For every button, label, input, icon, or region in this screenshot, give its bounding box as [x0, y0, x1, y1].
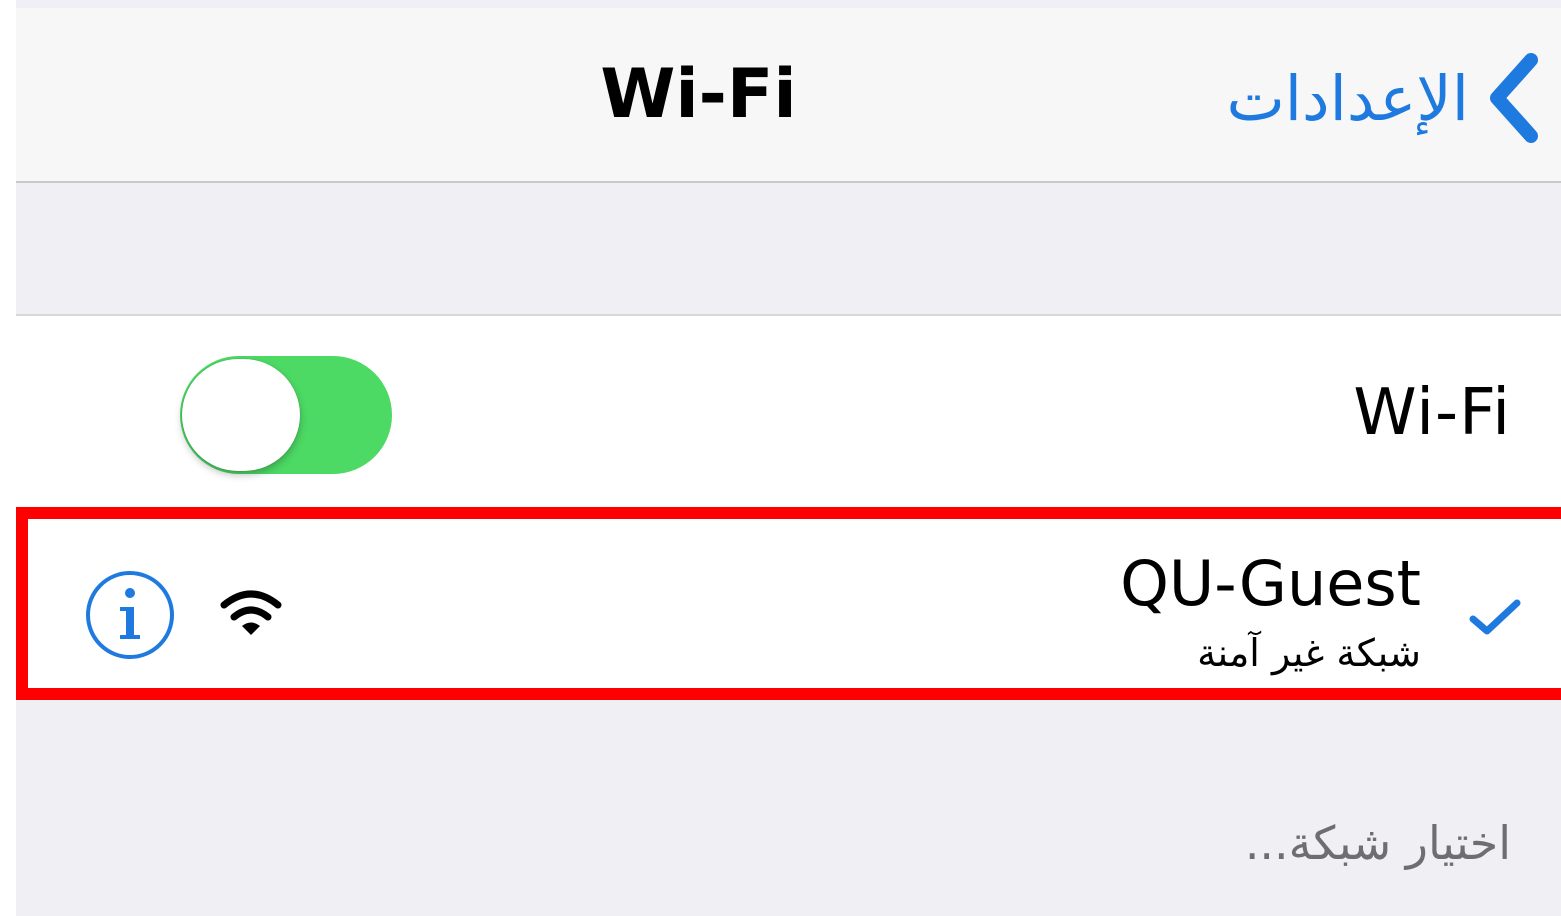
wifi-signal-icon: [220, 590, 282, 635]
choose-network-section: اختيار شبكة...: [16, 700, 1561, 916]
network-name: QU-Guest: [1120, 547, 1421, 620]
toggle-knob: [182, 359, 300, 471]
wifi-settings-screen: Wi-Fi الإعدادات Wi-Fi QU-Guest شبكة غير …: [0, 0, 1561, 916]
checkmark-icon: [1469, 599, 1521, 635]
back-label: الإعدادات: [1226, 61, 1469, 135]
wifi-toggle-row: Wi-Fi: [16, 316, 1561, 508]
network-security-status: شبكة غير آمنة: [1197, 631, 1421, 675]
section-spacer: [16, 183, 1561, 316]
wifi-toggle[interactable]: [180, 356, 392, 474]
connected-network-row[interactable]: QU-Guest شبكة غير آمنة: [16, 507, 1561, 700]
back-button[interactable]: الإعدادات: [1226, 48, 1543, 148]
chevron-left-icon: [1490, 53, 1538, 143]
info-icon[interactable]: [84, 569, 176, 661]
choose-network-label: اختيار شبكة...: [1244, 816, 1511, 870]
navigation-bar: Wi-Fi الإعدادات: [16, 8, 1561, 183]
wifi-label: Wi-Fi: [1353, 376, 1511, 450]
